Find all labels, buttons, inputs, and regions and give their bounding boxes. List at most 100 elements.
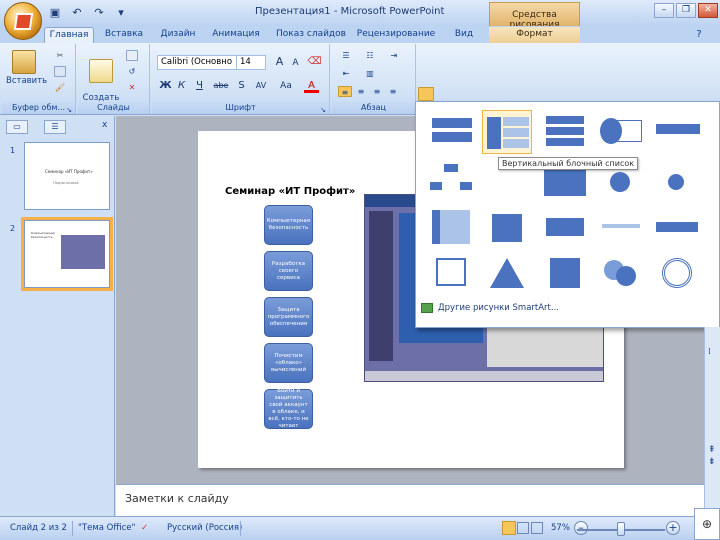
tab-insert[interactable]: Вставка: [100, 27, 148, 43]
layout-matrix[interactable]: [540, 252, 590, 296]
sorter-view-icon[interactable]: [517, 522, 529, 534]
slideshow-view-icon[interactable]: [531, 522, 543, 534]
layout-chevron-list[interactable]: [482, 206, 532, 250]
slide-thumb-1[interactable]: Семинар «ИТ Профит» Подзаголовок: [24, 142, 110, 210]
clear-formatting-icon[interactable]: ⌫: [307, 55, 322, 69]
align-center-icon[interactable]: ≡: [354, 86, 368, 97]
slides-tab[interactable]: ▭: [6, 120, 28, 134]
paste-button[interactable]: Вставить: [6, 50, 47, 86]
layout-picture-blocks[interactable]: [426, 252, 476, 296]
layout-segmented-process[interactable]: [652, 206, 702, 250]
shrink-font-button[interactable]: A: [288, 56, 303, 70]
smartart-box-3[interactable]: Защита программного обеспечения: [264, 297, 313, 337]
strikethrough-button[interactable]: abe: [210, 79, 232, 93]
notes-pane[interactable]: Заметки к слайду: [116, 484, 704, 516]
slide-counter: Слайд 2 из 2: [10, 523, 67, 533]
tab-review[interactable]: Рецензирование: [356, 27, 436, 43]
zoom-level[interactable]: 57%: [551, 523, 570, 533]
next-slide-icon[interactable]: ⇟: [708, 457, 716, 467]
font-group: Calibri (Основно 14 A A ⌫ Ж К Ч abe S AV…: [152, 44, 330, 114]
tab-animation[interactable]: Анимация: [208, 27, 264, 43]
layout-vertical-block-list[interactable]: [482, 110, 532, 154]
columns-icon[interactable]: ▥: [362, 68, 378, 79]
smartart-convert-icon[interactable]: [418, 87, 434, 101]
cut-icon[interactable]: ✂: [54, 50, 66, 61]
format-painter-icon[interactable]: 🖌: [54, 82, 66, 93]
save-icon[interactable]: ▣: [46, 4, 64, 20]
smartart-box-1[interactable]: Компьютерная безопасность: [264, 205, 313, 245]
grow-font-button[interactable]: A: [272, 55, 287, 69]
layout-basic-block[interactable]: [426, 110, 476, 154]
reset-icon[interactable]: ↺: [126, 66, 138, 77]
layout-pyramid[interactable]: [482, 252, 532, 296]
font-size-field[interactable]: 14: [236, 55, 266, 70]
font-dialog-launcher-icon[interactable]: ↘: [320, 104, 326, 116]
layout-process-arrows[interactable]: [540, 206, 590, 250]
office-button[interactable]: [4, 2, 42, 40]
char-spacing-button[interactable]: AV: [250, 79, 272, 93]
layout-horizontal-list[interactable]: [652, 110, 702, 154]
outline-tab[interactable]: ☰: [44, 120, 66, 134]
decrease-indent-icon[interactable]: ⇤: [338, 68, 354, 79]
shadow-button[interactable]: S: [234, 79, 249, 93]
tab-view[interactable]: Вид: [450, 27, 478, 43]
layout-vertical-checklist[interactable]: [426, 206, 476, 250]
layout-target[interactable]: [652, 252, 702, 296]
layout-hierarchy[interactable]: [426, 160, 476, 204]
tab-home[interactable]: Главная: [44, 27, 94, 43]
close-icon[interactable]: ✕: [698, 3, 718, 18]
layout-circle-list[interactable]: [596, 110, 646, 154]
indent-icon[interactable]: ⇥: [386, 50, 402, 61]
customize-icon[interactable]: ▾: [112, 4, 130, 20]
change-case-button[interactable]: Aa: [276, 79, 296, 93]
slide-title[interactable]: Семинар «ИТ Профит»: [225, 186, 355, 197]
layout-venn[interactable]: [596, 252, 646, 296]
help-icon[interactable]: ?: [690, 27, 708, 43]
prev-slide-icon[interactable]: ⇞: [708, 445, 716, 455]
fit-to-window-icon[interactable]: ⊕: [694, 508, 720, 540]
ribbon-tabs: Главная Вставка Дизайн Анимация Показ сл…: [0, 26, 720, 43]
smartart-box-4[interactable]: Почистим «облако» вычислений: [264, 343, 313, 383]
scroll-thumb-icon[interactable]: ⁞: [708, 347, 711, 357]
minimize-icon[interactable]: –: [654, 3, 674, 18]
tab-slideshow[interactable]: Показ слайдов: [276, 27, 346, 43]
restore-icon[interactable]: ❐: [676, 3, 696, 18]
align-right-icon[interactable]: ≡: [370, 86, 384, 97]
dialog-launcher-icon[interactable]: ↘: [66, 104, 72, 116]
layout-basic-process[interactable]: [596, 206, 646, 250]
vertical-scrollbar[interactable]: ⁞ ⇞ ⇟: [704, 327, 720, 516]
layout-stacked-list[interactable]: [540, 110, 590, 154]
numbering-icon[interactable]: ☷: [362, 50, 378, 61]
image-sidebar: [369, 211, 393, 361]
italic-button[interactable]: К: [174, 79, 189, 93]
font-color-button[interactable]: A: [304, 79, 319, 93]
smartart-box-2[interactable]: Разработка своего сервиса: [264, 251, 313, 291]
bold-button[interactable]: Ж: [158, 79, 173, 93]
language[interactable]: Русский (Россия): [167, 523, 242, 533]
layout-cycle[interactable]: [652, 160, 702, 204]
zoom-in-icon[interactable]: +: [666, 521, 680, 535]
layout-icon[interactable]: [126, 50, 138, 61]
image-taskbar: [365, 371, 603, 381]
underline-button[interactable]: Ч: [192, 79, 207, 93]
tab-design[interactable]: Дизайн: [156, 27, 200, 43]
delete-icon[interactable]: ✕: [126, 82, 138, 93]
pane-close-icon[interactable]: x: [102, 120, 107, 130]
font-name-field[interactable]: Calibri (Основно: [157, 55, 243, 70]
zoom-slider-thumb[interactable]: [617, 522, 625, 536]
normal-view-icon[interactable]: [502, 521, 516, 535]
undo-icon[interactable]: ↶: [68, 4, 86, 20]
align-left-icon[interactable]: ≡: [338, 86, 352, 97]
tab-format[interactable]: Формат: [489, 27, 580, 43]
thumb-title: Семинар «ИТ Профит»: [45, 169, 93, 174]
spellcheck-icon[interactable]: ✓: [141, 523, 148, 533]
justify-icon[interactable]: ≡: [386, 86, 400, 97]
redo-icon[interactable]: ↷: [90, 4, 108, 20]
zoom-out-icon[interactable]: –: [574, 521, 588, 535]
bullets-icon[interactable]: ☰: [338, 50, 354, 61]
copy-icon[interactable]: [54, 66, 66, 77]
more-smartart-link[interactable]: Другие рисунки SmartArt...: [421, 303, 559, 313]
theme-name: "Тема Office": [78, 523, 136, 533]
smartart-box-5[interactable]: Войти и защитить свой аккаунт в облаке, …: [264, 388, 313, 429]
slide-thumb-2[interactable]: Компьютерная безопасность: [21, 217, 113, 291]
